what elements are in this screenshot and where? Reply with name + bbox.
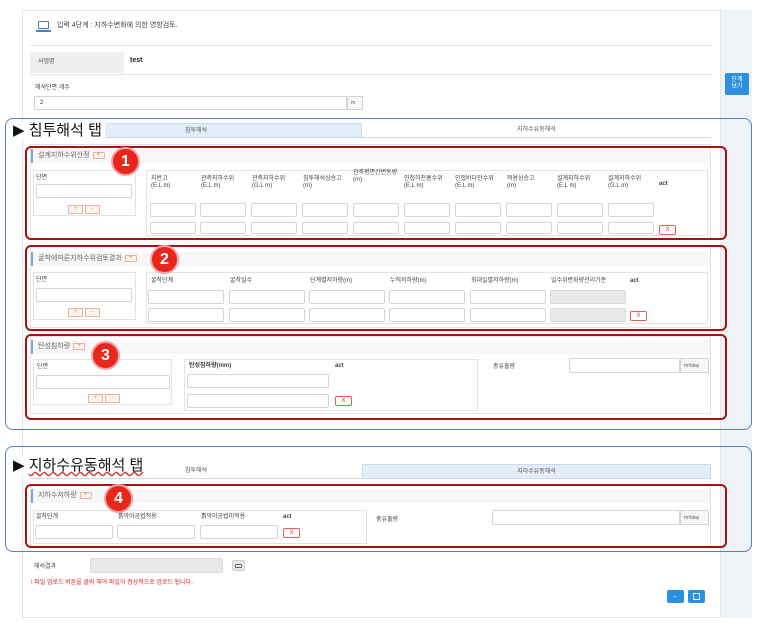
step-view-button[interactable]: 단계 보기 (725, 73, 749, 95)
sections-count-input[interactable] (34, 96, 347, 110)
save-icon (693, 593, 700, 600)
page-title: 입력 4단계 : 지하수변화에 의한 영향검토. (57, 22, 178, 29)
project-row-divider (30, 74, 712, 75)
monitor-icon-base (36, 30, 51, 32)
annotation-badge-1: 1 (111, 147, 140, 176)
sections-count-label: 해석단면 개수 (35, 85, 70, 91)
annotation-seepage-text: 침투해석 탭 (28, 122, 102, 139)
annotation-groundwater-tab: ▶ 지하수유동해석 탭 (10, 457, 147, 475)
save-button[interactable] (688, 590, 705, 603)
annotation-badge-3: 3 (91, 341, 120, 370)
header-divider (30, 45, 712, 46)
page: 단계 보기 입력 4단계 : 지하수변화에 의한 영향검토. 사업명 test … (0, 0, 762, 625)
folder-icon (235, 564, 242, 568)
upload-note: ! 파일 업로드 버튼을 클릭 해야 파일이 정상적으로 업로드 됩니다. (31, 580, 193, 586)
annotation-redbox-2 (25, 245, 727, 331)
project-value: test (130, 57, 143, 64)
annotation-seepage-tab: ▶ 침투해석 탭 (10, 122, 105, 140)
result-file-input (90, 558, 223, 573)
project-label: 사업명 (38, 59, 55, 65)
result-label: 해석결과 (34, 564, 57, 570)
annotation-groundwater-text: 지하수유동해석 탭 (28, 457, 144, 474)
sections-count-unit: m (351, 100, 356, 106)
folder-open-button[interactable] (232, 560, 245, 571)
annotation-redbox-3 (25, 334, 727, 420)
annotation-badge-2: 2 (150, 245, 179, 274)
monitor-icon (38, 21, 49, 29)
back-button[interactable]: ← (667, 590, 684, 603)
sections-count-value: 2 (40, 100, 44, 106)
annotation-badge-4: 4 (104, 484, 133, 513)
